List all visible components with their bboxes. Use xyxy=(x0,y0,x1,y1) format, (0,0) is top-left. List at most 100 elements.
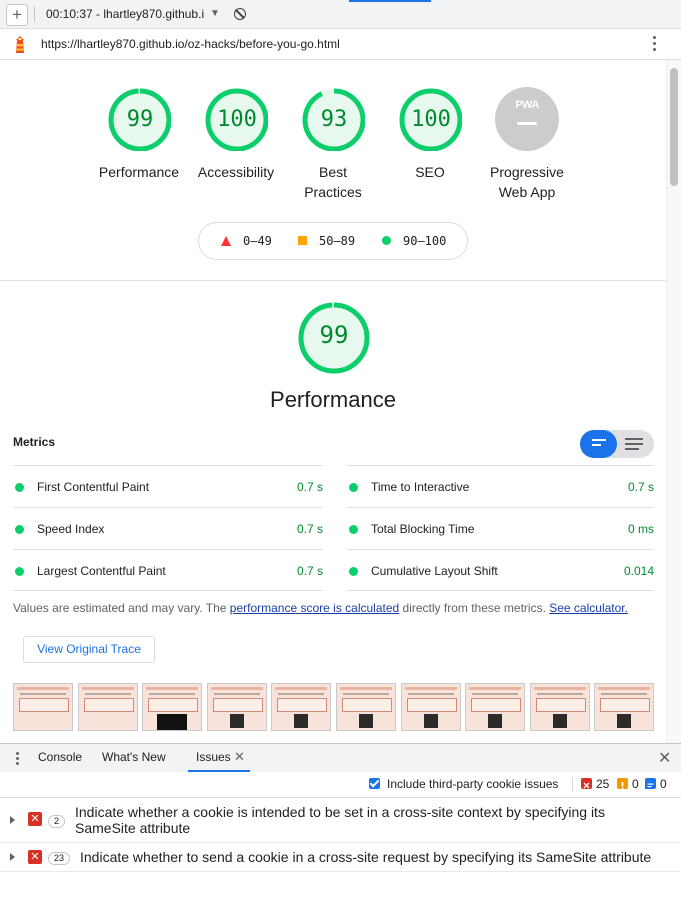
filmstrip-frame xyxy=(465,683,526,731)
toggle-summary-button[interactable] xyxy=(580,430,617,458)
toolbar-divider xyxy=(572,777,573,792)
issue-title[interactable]: Indicate whether a cookie is intended to… xyxy=(75,804,645,836)
metric-row: Time to Interactive 0.7 s xyxy=(347,465,654,508)
tab-issues[interactable]: Issues xyxy=(196,750,231,764)
metric-name: Largest Contentful Paint xyxy=(37,564,166,578)
frame-title xyxy=(536,693,583,695)
frame-card xyxy=(212,698,263,712)
frame-header xyxy=(598,687,651,690)
filmstrip-frame xyxy=(271,683,332,731)
gauge-label-line: SEO xyxy=(415,164,445,180)
expand-arrow-icon[interactable] xyxy=(10,816,15,824)
frame-title xyxy=(601,693,648,695)
frame-title xyxy=(343,693,389,695)
pass-circle-icon xyxy=(349,525,358,534)
metric-value: 0.7 s xyxy=(296,480,323,494)
pass-circle-icon xyxy=(349,567,358,576)
frame-card xyxy=(148,698,199,712)
see-calculator-link[interactable]: See calculator. xyxy=(549,601,628,615)
expand-arrow-icon[interactable] xyxy=(10,853,15,861)
active-tab-indicator xyxy=(349,0,431,2)
frame-image xyxy=(617,714,632,728)
issue-row[interactable]: ✕ 23 Indicate whether to send a cookie i… xyxy=(0,843,681,872)
metric-name: First Contentful Paint xyxy=(37,480,150,494)
chevron-down-icon[interactable]: ▼ xyxy=(210,8,220,19)
frame-image xyxy=(229,714,244,728)
frame-image xyxy=(157,714,188,730)
report-session-select[interactable]: 00:10:37 - lhartley870.github.i xyxy=(46,7,204,21)
include-third-party-checkbox[interactable] xyxy=(369,778,380,789)
error-icon: ✕ xyxy=(28,812,42,826)
metrics-bottom-rule xyxy=(13,590,323,591)
performance-heading: Performance xyxy=(270,387,396,412)
summary-lines-icon xyxy=(592,439,608,449)
gauge-score: 93 xyxy=(320,107,348,132)
metric-value: 0.7 s xyxy=(296,522,323,536)
frame-header xyxy=(533,687,586,690)
view-original-trace-button[interactable]: View Original Trace xyxy=(23,636,155,663)
fail-triangle-icon xyxy=(221,236,231,246)
metrics-note: Values are estimated and may vary. The p… xyxy=(13,601,628,615)
score-calculated-link[interactable]: performance score is calculated xyxy=(230,601,399,615)
kebab-icon[interactable] xyxy=(653,36,657,54)
frame-title xyxy=(407,693,454,695)
note-text: Values are estimated and may vary. The xyxy=(13,601,230,615)
gauge-label: Performance xyxy=(84,162,194,182)
frame-card xyxy=(535,698,586,712)
frame-title xyxy=(278,693,325,695)
lighthouse-logo-icon xyxy=(16,36,24,53)
metric-value: 0.7 s xyxy=(627,480,654,494)
pass-circle-icon xyxy=(15,567,24,576)
frame-image xyxy=(552,714,567,728)
metrics-view-toggle[interactable] xyxy=(580,430,654,458)
frame-header xyxy=(340,687,392,690)
filmstrip-frame xyxy=(77,683,138,731)
report-url[interactable]: https://lhartley870.github.io/oz-hacks/b… xyxy=(41,37,340,51)
issue-count-badge: 23 xyxy=(48,852,71,865)
gauge-label: SEO xyxy=(375,162,485,182)
note-text-mid: directly from these metrics. xyxy=(399,601,550,615)
frame-header xyxy=(469,687,522,690)
tab-console[interactable]: Console xyxy=(38,750,82,764)
detail-lines-icon[interactable] xyxy=(625,438,643,453)
gauge-label-line: Best xyxy=(318,164,347,180)
legend-average-range: 50–89 xyxy=(319,234,356,248)
pass-circle-icon xyxy=(15,483,24,492)
tab-whats-new[interactable]: What's New xyxy=(102,750,166,764)
frame-title xyxy=(84,693,131,695)
gauge-label-line: Performance xyxy=(98,164,180,180)
frame-header xyxy=(17,687,69,690)
frame-header xyxy=(210,687,263,690)
warning-count[interactable]: 0 xyxy=(632,777,639,791)
metric-value: 0.7 s xyxy=(296,564,323,578)
metric-value: 0 ms xyxy=(627,522,654,536)
error-count[interactable]: 25 xyxy=(596,777,609,791)
warning-icon xyxy=(617,778,628,790)
metric-name: Time to Interactive xyxy=(371,480,470,494)
clear-block-icon[interactable] xyxy=(234,8,246,20)
new-recording-button[interactable]: + xyxy=(6,4,28,26)
metrics-heading: Metrics xyxy=(13,435,56,449)
frame-image xyxy=(359,714,373,728)
frame-card xyxy=(600,698,651,712)
filmstrip-frame xyxy=(206,683,267,731)
average-square-icon xyxy=(298,236,307,245)
close-drawer-icon[interactable]: ✕ xyxy=(658,748,671,768)
issue-title[interactable]: Indicate whether to send a cookie in a c… xyxy=(80,849,670,865)
gauge-label: Best Practices xyxy=(278,162,388,202)
info-count[interactable]: 0 xyxy=(660,777,667,791)
frame-image xyxy=(488,714,503,728)
more-tools-icon[interactable] xyxy=(16,752,19,767)
drawer-tab-bar: Console What's New Issues ✕ ✕ xyxy=(0,743,681,773)
error-icon xyxy=(581,778,592,789)
issue-row[interactable]: ✕ 2 Indicate whether a cookie is intende… xyxy=(0,798,681,843)
frame-title xyxy=(213,693,260,695)
issue-count-badge: 2 xyxy=(48,815,66,828)
close-tab-icon[interactable]: ✕ xyxy=(234,749,245,765)
report-scrollbar-thumb[interactable] xyxy=(670,68,678,186)
info-icon xyxy=(645,778,656,789)
pass-circle-icon xyxy=(15,525,24,534)
frame-header xyxy=(404,687,457,690)
metric-name: Cumulative Layout Shift xyxy=(371,564,498,578)
frame-card xyxy=(406,698,457,712)
